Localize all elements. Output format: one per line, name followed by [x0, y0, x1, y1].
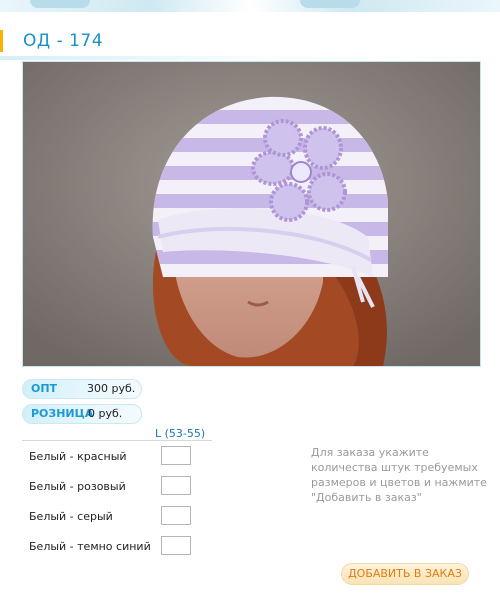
color-row-label: Белый - красный	[29, 450, 127, 463]
product-title: ОД - 174	[23, 31, 104, 51]
wholesale-value: 300 руб.	[87, 382, 136, 395]
top-decorative-band	[0, 0, 500, 12]
cloud-decoration	[30, 0, 90, 8]
title-accent-bar	[0, 30, 3, 52]
hat-illustration	[23, 62, 480, 366]
cloud-decoration	[300, 0, 360, 8]
table-divider	[22, 440, 212, 441]
color-row-label: Белый - темно синий	[29, 540, 151, 553]
wholesale-label: ОПТ	[31, 382, 58, 395]
title-divider	[0, 56, 500, 60]
retail-label: РОЗНИЦА	[31, 407, 94, 420]
order-instructions: Для заказа укажите количества штук требу…	[311, 446, 487, 504]
add-to-order-button[interactable]: ДОБАВИТЬ В ЗАКАЗ	[341, 563, 469, 585]
wholesale-price-pill: ОПТ 300 руб.	[22, 379, 142, 399]
retail-price-pill: РОЗНИЦА 0 руб.	[22, 404, 142, 424]
quantity-input[interactable]	[161, 536, 191, 555]
quantity-input[interactable]	[161, 476, 191, 495]
quantity-input[interactable]	[161, 446, 191, 465]
quantity-input[interactable]	[161, 506, 191, 525]
retail-value: 0 руб.	[88, 407, 123, 420]
size-column-header: L (53-55)	[155, 427, 206, 440]
color-row-label: Белый - розовый	[29, 480, 126, 493]
product-photo[interactable]	[22, 61, 481, 367]
color-row-label: Белый - серый	[29, 510, 113, 523]
